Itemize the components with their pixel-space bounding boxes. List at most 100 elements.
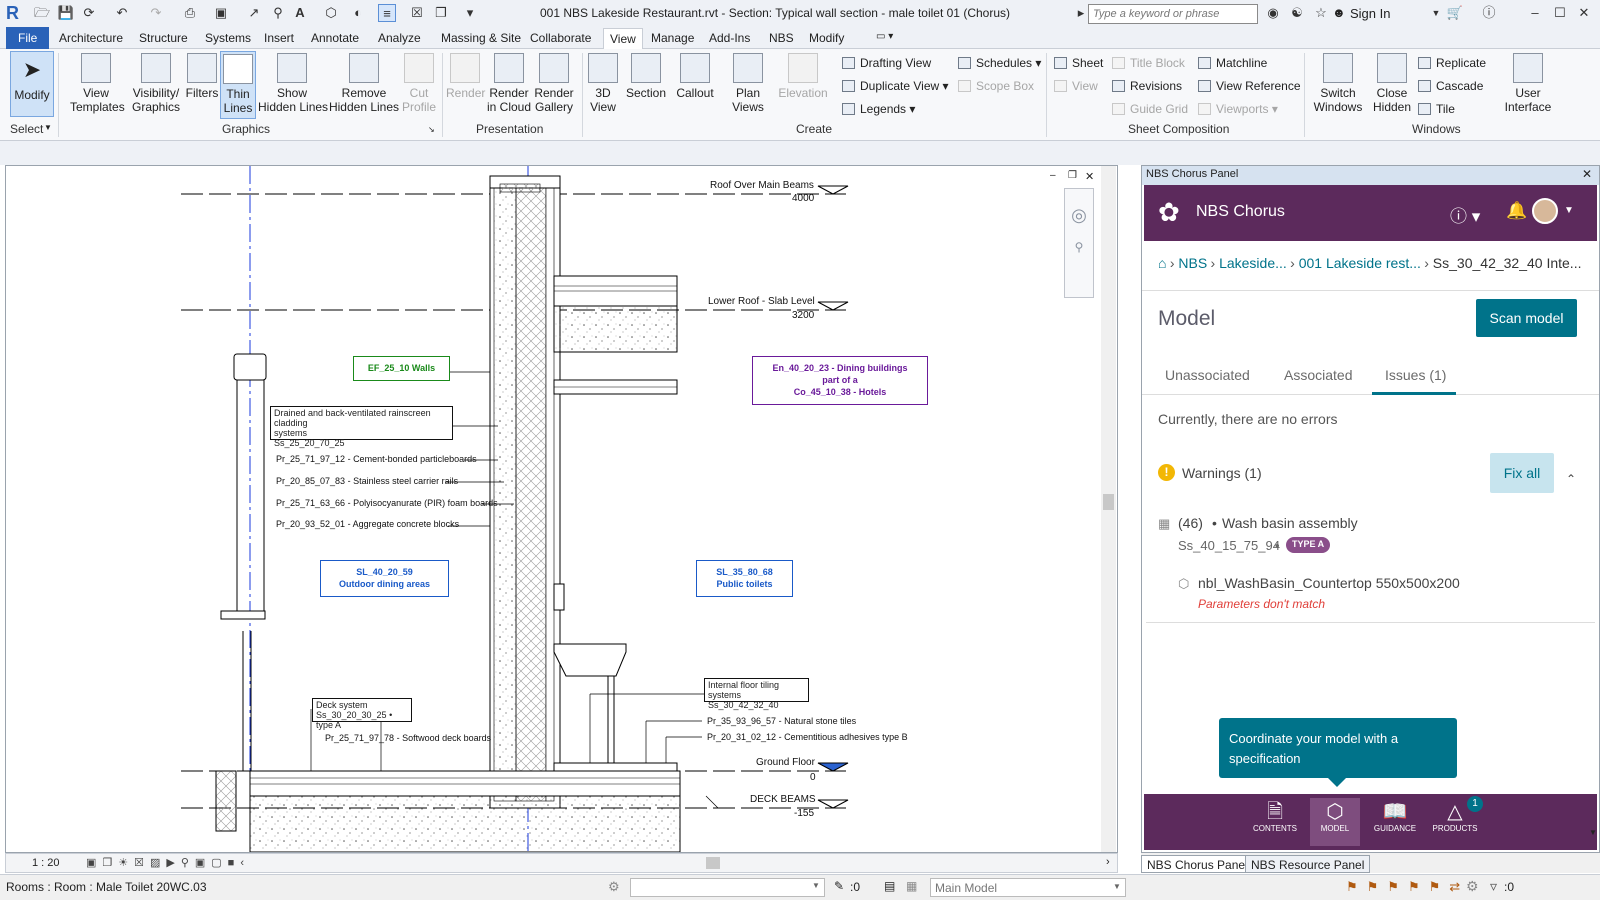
navigation-bar[interactable]: ◎ ⚲ — [1064, 188, 1094, 298]
user-icon[interactable]: ☻ — [1332, 5, 1346, 20]
steering-wheel-icon[interactable]: ◎ — [1065, 205, 1093, 226]
favorite-icon[interactable]: ☆ — [1312, 4, 1330, 22]
filter-icon[interactable]: ▿ — [1490, 878, 1497, 895]
legends-button[interactable]: Legends ▾ — [842, 102, 915, 116]
section-view-canvas[interactable]: Roof Over Main Beams 4000 Lower Roof - S… — [5, 165, 1118, 853]
note-concrete-blocks[interactable]: Pr_20_93_52_01 - Aggregate concrete bloc… — [276, 519, 459, 529]
title-block-button[interactable]: Title Block — [1112, 56, 1185, 70]
tab-analyze[interactable]: Analyze — [372, 30, 427, 46]
print-icon[interactable]: ⎙ — [181, 4, 199, 22]
select-dropdown[interactable]: Select — [10, 122, 43, 136]
breadcrumb-project[interactable]: Lakeside... — [1219, 255, 1287, 271]
scale-selector[interactable]: 1 : 20 — [32, 857, 60, 869]
fix-all-button[interactable]: Fix all — [1490, 453, 1554, 493]
model-select[interactable]: Main Model — [930, 878, 1126, 897]
duplicate-view-button[interactable]: Duplicate View ▾ — [842, 79, 949, 93]
home-icon[interactable]: ⌂ — [1158, 255, 1166, 271]
settings-gear-icon[interactable]: ⚙ — [1466, 878, 1479, 895]
note-deck-boards[interactable]: Pr_25_71_97_78 - Softwood deck boards — [325, 733, 491, 743]
sheet-button[interactable]: Sheet — [1054, 56, 1103, 70]
modify-button[interactable]: ➤ Modify — [10, 51, 54, 117]
tag-outdoor-dining[interactable]: SL_40_20_59 Outdoor dining areas — [320, 560, 449, 597]
guide-grid-button[interactable]: Guide Grid — [1112, 102, 1188, 116]
scroll-right-icon[interactable]: › — [1106, 856, 1110, 868]
tab-architecture[interactable]: Architecture — [53, 30, 129, 46]
help-dropdown-icon[interactable]: ⓘ ▾ — [1450, 202, 1480, 227]
tab-modify[interactable]: Modify — [803, 30, 850, 46]
subscription-icon[interactable]: ☯ — [1288, 4, 1306, 22]
view-minimize-icon[interactable]: – — [1050, 170, 1056, 181]
sign-in-link[interactable]: Sign In — [1350, 6, 1390, 21]
remove-hidden-lines-button[interactable]: Remove Hidden Lines — [328, 53, 400, 114]
tab-insert[interactable]: Insert — [258, 30, 300, 46]
note-carrier-rails[interactable]: Pr_20_85_07_83 - Stainless steel carrier… — [276, 476, 458, 486]
tab-massing-site[interactable]: Massing & Site — [435, 30, 527, 46]
tab-systems[interactable]: Systems — [199, 30, 257, 46]
tab-manage[interactable]: Manage — [645, 30, 700, 46]
tab-file[interactable]: File — [6, 27, 50, 49]
replicate-button[interactable]: Replicate — [1418, 56, 1486, 70]
panel-scrollbar-arrow[interactable]: ▼ — [1589, 828, 1597, 837]
tag-walls[interactable]: EF_25_10 Walls — [353, 356, 450, 381]
ribbon-toggle-icon[interactable]: ▭ ▾ — [870, 30, 899, 43]
cascade-button[interactable]: Cascade — [1418, 79, 1483, 93]
note-cladding[interactable]: Drained and back-ventilated rainscreen c… — [270, 406, 453, 448]
breadcrumb-model[interactable]: 001 Lakeside rest... — [1299, 255, 1421, 271]
warnings-heading[interactable]: Warnings (1) — [1182, 465, 1262, 481]
tab-annotate[interactable]: Annotate — [305, 30, 365, 46]
selection-filters-icon[interactable]: ⚑⚑⚑⚑⚑⇄ — [1346, 879, 1469, 895]
callout-button[interactable]: Callout — [672, 53, 718, 100]
save-icon[interactable]: 💾 — [57, 4, 75, 22]
nav-model[interactable]: ⬡ MODEL — [1310, 798, 1360, 846]
plan-views-button[interactable]: Plan Views — [728, 53, 768, 114]
section-button[interactable]: Section — [624, 53, 668, 100]
issue-name[interactable]: Wash basin assembly — [1222, 515, 1358, 531]
view-restore-icon[interactable]: ❐ — [1068, 170, 1077, 181]
workset-select[interactable] — [630, 878, 825, 897]
avatar[interactable] — [1532, 198, 1558, 224]
family-name[interactable]: nbl_WashBasin_Countertop 550x500x200 — [1198, 575, 1460, 591]
tab-add-ins[interactable]: Add-Ins — [703, 30, 756, 46]
tab-view[interactable]: View — [603, 28, 643, 50]
tab-unassociated[interactable]: Unassociated — [1165, 367, 1250, 383]
level-deck-label[interactable]: DECK BEAMS — [750, 794, 816, 805]
binoculars-icon[interactable]: ◉ — [1264, 4, 1282, 22]
workset-icon[interactable]: ⚙ — [608, 879, 620, 895]
sign-in-dropdown-icon[interactable]: ▼ — [1427, 4, 1445, 22]
close-hidden-icon[interactable]: ☒ — [408, 4, 426, 22]
horizontal-scroll-thumb[interactable] — [706, 857, 720, 869]
drafting-view-button[interactable]: Drafting View — [842, 56, 931, 70]
view-close-icon[interactable]: ✕ — [1085, 170, 1094, 183]
note-deck-system[interactable]: Deck system Ss_30_20_30_25 • type A — [312, 698, 412, 730]
avatar-dropdown-icon[interactable]: ▼ — [1564, 205, 1574, 216]
cut-profile-button[interactable]: Cut Profile — [402, 53, 436, 114]
open-icon[interactable]: 🗁 — [33, 4, 51, 22]
align-dim-icon[interactable]: ↗ — [245, 4, 263, 22]
notifications-icon[interactable]: 🔔 — [1506, 201, 1527, 221]
tab-resource-panel[interactable]: NBS Resource Panel — [1245, 855, 1371, 873]
scroll-thumb[interactable] — [1103, 494, 1114, 510]
note-particleboards[interactable]: Pr_25_71_97_12 - Cement-bonded particleb… — [276, 454, 477, 464]
level-ground-label[interactable]: Ground Floor — [756, 757, 815, 768]
tab-structure[interactable]: Structure — [133, 30, 194, 46]
help-icon[interactable]: ⓘ — [1480, 4, 1498, 22]
revit-logo[interactable]: R — [6, 3, 19, 24]
tab-nbs[interactable]: NBS — [763, 30, 800, 46]
detail-level-icon[interactable]: ▣❐☀☒▨▶⚲▣▢■‹ — [86, 856, 250, 869]
viewports-button[interactable]: Viewports ▾ — [1198, 102, 1278, 116]
breadcrumb-nbs[interactable]: NBS — [1178, 255, 1207, 271]
nav-contents[interactable]: 🗎 CONTENTS — [1250, 800, 1300, 833]
measure-icon[interactable]: ▣ — [212, 4, 230, 22]
tag-public-toilets[interactable]: SL_35_80_68 Public toilets — [696, 560, 793, 597]
level-lower-label[interactable]: Lower Roof - Slab Level — [708, 296, 815, 307]
view-templates-button[interactable]: View Templates — [70, 53, 125, 114]
tag-dining[interactable]: En_40_20_23 - Dining buildings part of a… — [752, 356, 928, 405]
scan-model-button[interactable]: Scan model — [1476, 299, 1577, 337]
note-adhesives[interactable]: Pr_20_31_02_12 - Cementitious adhesives … — [707, 732, 908, 742]
section-icon[interactable]: ◐ — [349, 4, 367, 22]
filters-button[interactable]: Filters — [184, 53, 220, 100]
3d-icon[interactable]: ⬡ — [322, 4, 340, 22]
vertical-scrollbar[interactable] — [1101, 166, 1116, 852]
editable-icon[interactable]: ✎ — [834, 879, 844, 893]
sync-icon[interactable]: ⟳ — [80, 4, 98, 22]
